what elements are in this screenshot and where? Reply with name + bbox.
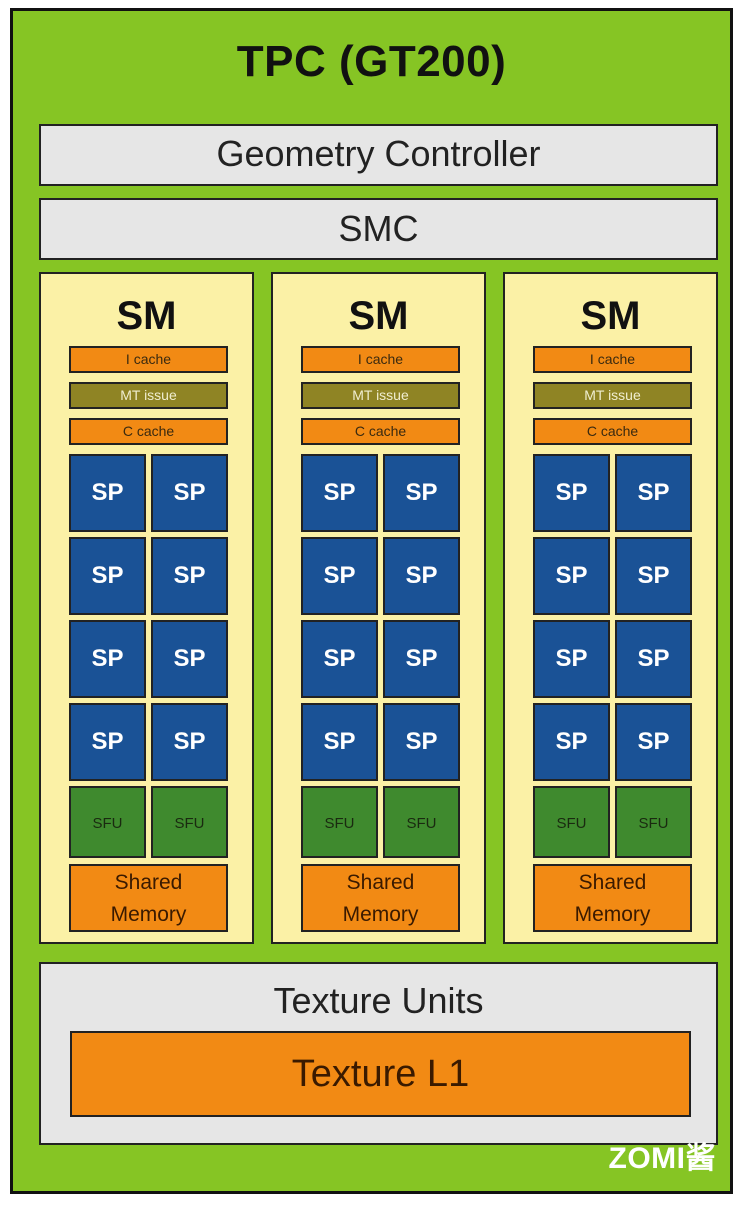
sp-core: SP: [151, 537, 228, 615]
shared-memory-label-line2: Memory: [574, 903, 651, 926]
mt-issue-block: MT issue: [301, 382, 460, 409]
sp-core: SP: [69, 454, 146, 532]
sfu-unit: SFU: [533, 786, 610, 858]
sp-core: SP: [533, 620, 610, 698]
shared-memory-block: Shared Memory: [533, 864, 692, 932]
ccache-block: C cache: [69, 418, 228, 445]
sfu-unit: SFU: [69, 786, 146, 858]
tpc-title: TPC (GT200): [236, 37, 507, 86]
sp-core: SP: [69, 703, 146, 781]
ccache-block: C cache: [533, 418, 692, 445]
sfu-unit: SFU: [151, 786, 228, 858]
sm-block: SM I cache MT issue C cache SP SP SP SP SP SP SP SP…: [271, 272, 486, 944]
sp-core: SP: [533, 537, 610, 615]
sfu-unit: SFU: [615, 786, 692, 858]
sm-block: SM I cache MT issue C cache SP SP SP SP SP SP SP SP…: [503, 272, 718, 944]
sp-core: SP: [383, 620, 460, 698]
ccache-block: C cache: [301, 418, 460, 445]
sp-core: SP: [301, 537, 378, 615]
sm-title: SM: [580, 294, 641, 338]
sp-core: SP: [301, 703, 378, 781]
sm-title: SM: [116, 294, 177, 338]
icache-block: I cache: [301, 346, 460, 373]
sp-core: SP: [151, 454, 228, 532]
mt-issue-block: MT issue: [69, 382, 228, 409]
sp-core: SP: [69, 537, 146, 615]
icache-block: I cache: [533, 346, 692, 373]
shared-memory-label-line2: Memory: [342, 903, 419, 926]
sp-core: SP: [383, 537, 460, 615]
sp-core: SP: [383, 703, 460, 781]
sp-core: SP: [151, 703, 228, 781]
sm-block: SM I cache MT issue C cache SP SP SP SP SP SP SP SP…: [39, 272, 254, 944]
sm-title: SM: [348, 294, 409, 338]
watermark-logo: ZOMI酱: [608, 1142, 716, 1175]
sp-core: SP: [615, 703, 692, 781]
sp-core: SP: [615, 454, 692, 532]
shared-memory-label-line2: Memory: [110, 903, 187, 926]
mt-issue-block: MT issue: [533, 382, 692, 409]
sp-core: SP: [383, 454, 460, 532]
texture-l1-block: Texture L1: [70, 1031, 691, 1117]
shared-memory-label-line1: Shared: [346, 871, 415, 894]
shared-memory-block: Shared Memory: [69, 864, 228, 932]
sp-core: SP: [533, 703, 610, 781]
shared-memory-label-line1: Shared: [114, 871, 183, 894]
sp-core: SP: [615, 620, 692, 698]
shared-memory-block: Shared Memory: [301, 864, 460, 932]
smc-block: SMC: [39, 198, 718, 260]
texture-units-label: Texture Units: [273, 980, 484, 1021]
geometry-controller-block: Geometry Controller: [39, 124, 718, 186]
texture-units-block: Texture Units Texture L1: [39, 962, 718, 1145]
sp-core: SP: [151, 620, 228, 698]
sfu-unit: SFU: [383, 786, 460, 858]
tpc-container: TPC (GT200) Geometry Controller SMC SM I …: [10, 8, 733, 1194]
sp-core: SP: [533, 454, 610, 532]
sp-core: SP: [615, 537, 692, 615]
icache-block: I cache: [69, 346, 228, 373]
sfu-unit: SFU: [301, 786, 378, 858]
sp-core: SP: [301, 454, 378, 532]
sp-core: SP: [69, 620, 146, 698]
sp-core: SP: [301, 620, 378, 698]
shared-memory-label-line1: Shared: [578, 871, 647, 894]
